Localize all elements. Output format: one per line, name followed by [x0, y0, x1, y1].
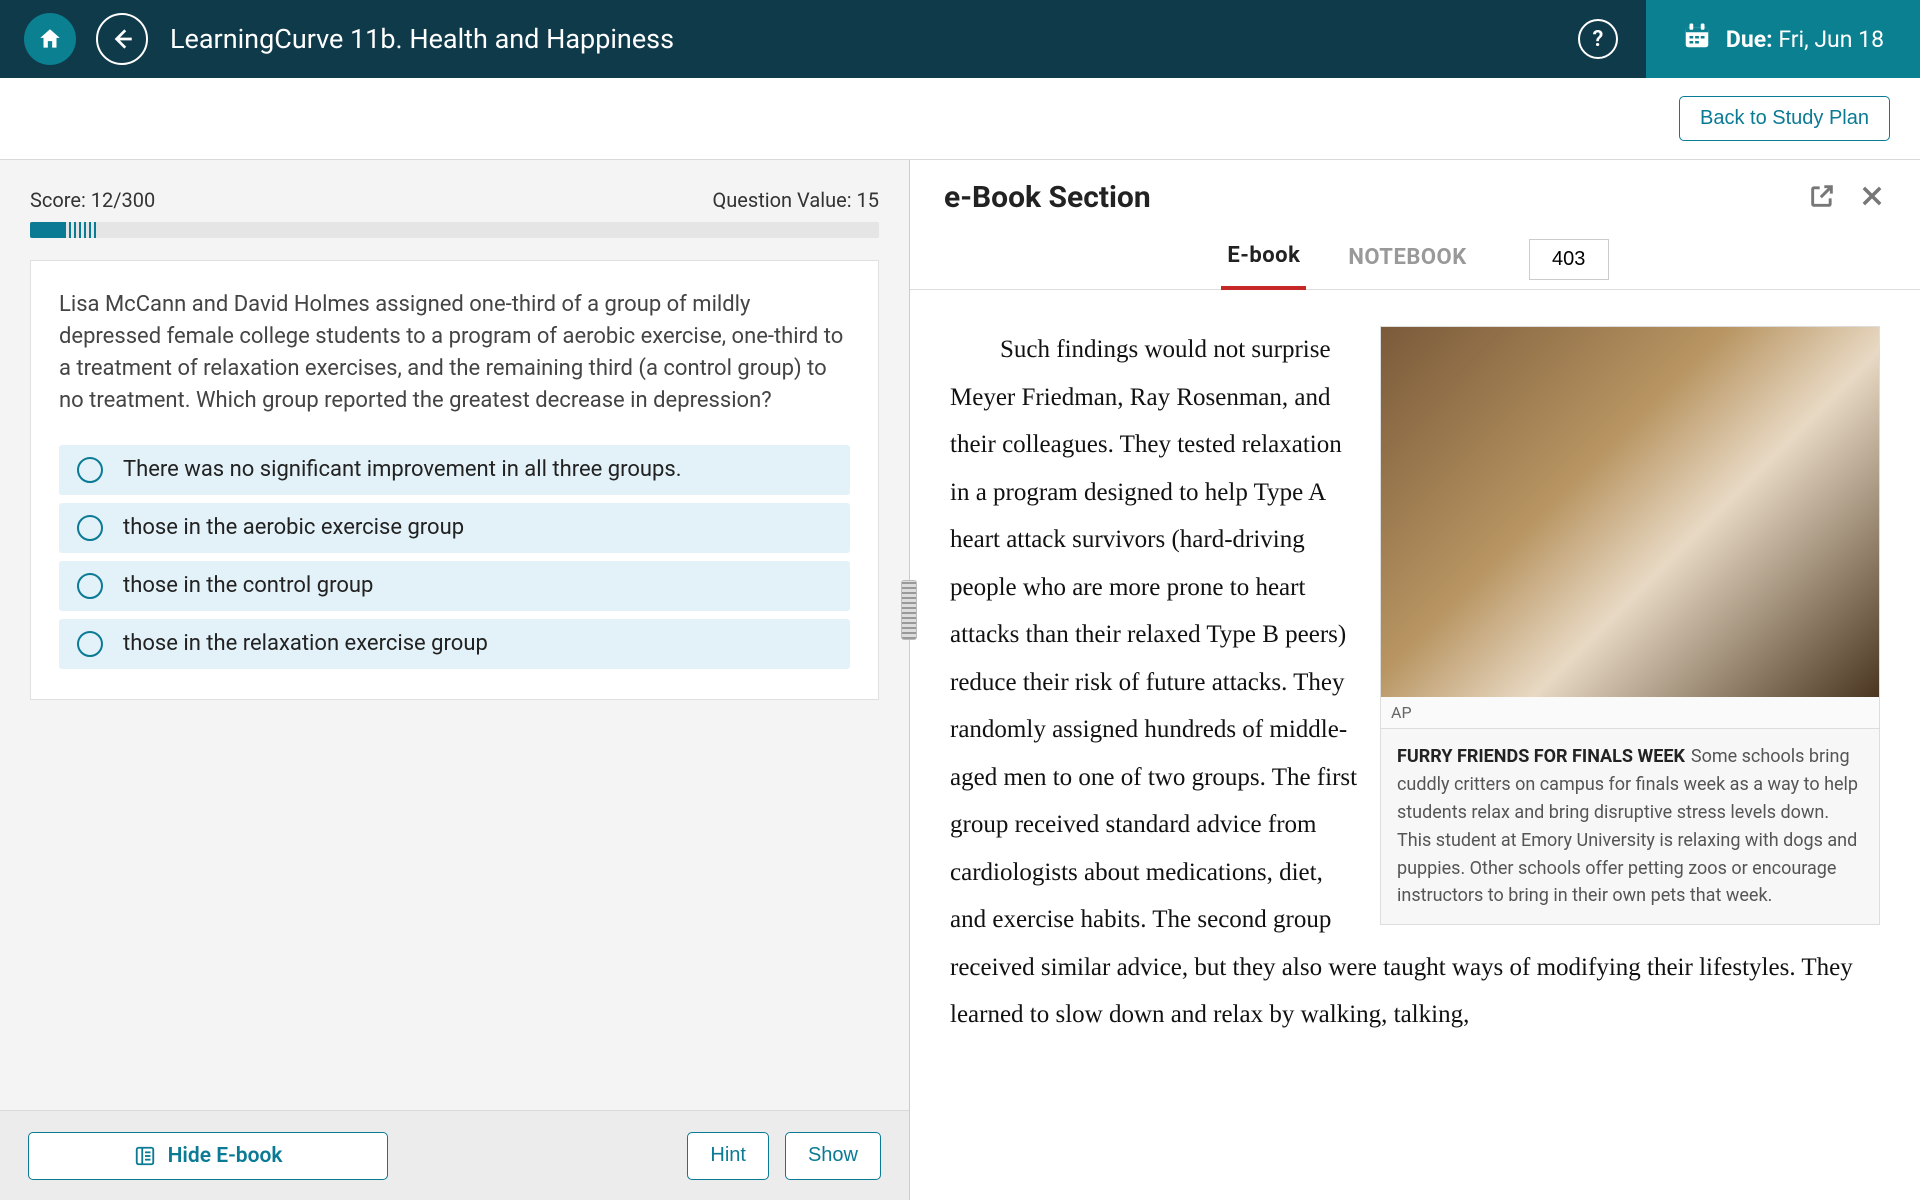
question-text: Lisa McCann and David Holmes assigned on… — [59, 289, 850, 417]
top-bar: LearningCurve 11b. Health and Happiness … — [0, 0, 1920, 78]
progress-bar — [30, 222, 879, 238]
close-ebook-button[interactable] — [1858, 182, 1886, 214]
score-label: Score: 12/300 — [30, 188, 155, 212]
hint-button[interactable]: Hint — [687, 1132, 769, 1180]
question-card: Lisa McCann and David Holmes assigned on… — [30, 260, 879, 700]
page-title: LearningCurve 11b. Health and Happiness — [170, 23, 674, 55]
home-button[interactable] — [24, 13, 76, 65]
help-button[interactable]: ? — [1578, 19, 1618, 59]
option-label: those in the relaxation exercise group — [123, 631, 488, 656]
quiz-footer: Hide E-book Hint Show — [0, 1110, 909, 1200]
caption-body: Some schools bring cuddly critters on ca… — [1397, 746, 1858, 906]
back-button[interactable] — [96, 13, 148, 65]
progress-fill — [30, 222, 64, 238]
option-0[interactable]: There was no significant improvement in … — [59, 445, 850, 495]
show-button[interactable]: Show — [785, 1132, 881, 1180]
option-label: those in the control group — [123, 573, 373, 598]
radio-icon — [77, 631, 103, 657]
ebook-tabs: E-book NOTEBOOK — [910, 229, 1920, 290]
image-credit: AP — [1381, 697, 1879, 729]
hide-ebook-button[interactable]: Hide E-book — [28, 1132, 388, 1180]
tab-ebook[interactable]: E-book — [1221, 229, 1306, 290]
calendar-icon — [1682, 21, 1712, 57]
hide-ebook-label: Hide E-book — [168, 1144, 283, 1168]
panel-icon — [134, 1145, 156, 1167]
due-date-value: Fri, Jun 18 — [1778, 26, 1884, 53]
progress-pending — [64, 222, 98, 238]
due-date-box: Due: Fri, Jun 18 — [1646, 0, 1920, 78]
ebook-figure: AP FURRY FRIENDS FOR FINALS WEEKSome sch… — [1380, 326, 1880, 925]
radio-icon — [77, 457, 103, 483]
home-icon — [37, 26, 63, 52]
ebook-panel: e-Book Section E-book NOTEBOOK Aa — [910, 160, 1920, 1200]
option-1[interactable]: those in the aerobic exercise group — [59, 503, 850, 553]
back-to-study-plan-button[interactable]: Back to Study Plan — [1679, 96, 1890, 141]
radio-icon — [77, 515, 103, 541]
option-3[interactable]: those in the relaxation exercise group — [59, 619, 850, 669]
figure-image — [1381, 327, 1879, 697]
caption-title: FURRY FRIENDS FOR FINALS WEEK — [1397, 746, 1685, 767]
sub-bar: Back to Study Plan — [0, 78, 1920, 160]
ebook-section-title: e-Book Section — [944, 180, 1151, 215]
ebook-body[interactable]: Aa AP FURRY FRIENDS FOR FINALS WEEKSome … — [910, 290, 1920, 1200]
popout-icon — [1808, 182, 1836, 210]
popout-button[interactable] — [1808, 182, 1836, 214]
figure-caption: FURRY FRIENDS FOR FINALS WEEKSome school… — [1381, 729, 1879, 924]
option-label: There was no significant improvement in … — [123, 457, 682, 482]
tab-notebook[interactable]: NOTEBOOK — [1342, 231, 1472, 288]
option-2[interactable]: those in the control group — [59, 561, 850, 611]
close-icon — [1858, 182, 1886, 210]
help-icon: ? — [1592, 27, 1603, 52]
arrow-left-icon — [109, 26, 135, 52]
question-value-label: Question Value: 15 — [713, 188, 879, 212]
due-label: Due: — [1726, 26, 1773, 53]
radio-icon — [77, 573, 103, 599]
quiz-panel: Score: 12/300 Question Value: 15 Lisa Mc… — [0, 160, 910, 1200]
option-label: those in the aerobic exercise group — [123, 515, 464, 540]
page-number-input[interactable] — [1529, 239, 1609, 280]
